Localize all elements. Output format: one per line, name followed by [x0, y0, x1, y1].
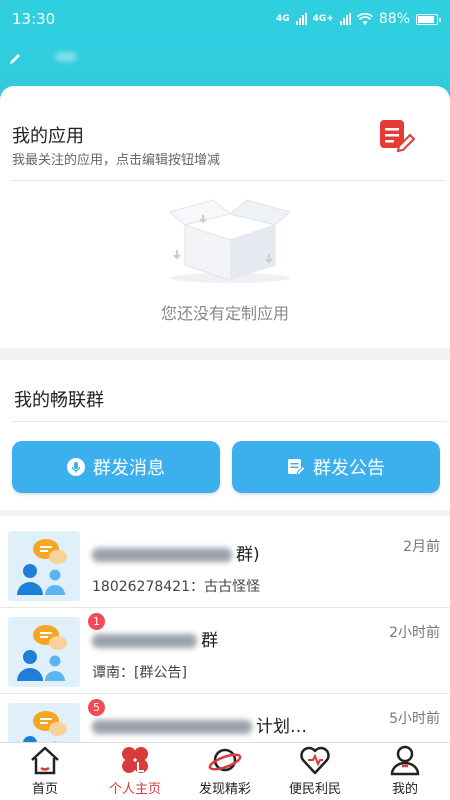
heart-icon	[300, 746, 330, 775]
group-avatar-icon	[23, 711, 67, 742]
network-4g-plus: 4G+	[312, 14, 334, 24]
group-time: 5小时前	[389, 711, 440, 727]
tab-label: 便民利民	[288, 782, 341, 797]
network-4g: 4G	[276, 14, 290, 24]
group-name: 计划…	[92, 712, 307, 737]
my-apps-subtitle: 我最关注的应用，点击编辑按钮增减	[12, 153, 221, 168]
group-name: 群)	[92, 540, 260, 565]
tab-convenience[interactable]: 便民利民	[270, 743, 360, 800]
broadcast-message-button[interactable]: 群发消息	[12, 441, 220, 493]
group-name: 群	[92, 626, 218, 651]
battery-icon	[416, 13, 441, 25]
group-avatar-icon	[17, 625, 67, 681]
list-item[interactable]: 1 群 2小时前 谭南：[群公告]	[0, 608, 450, 694]
tab-personal-home[interactable]: 个人主页	[90, 743, 180, 800]
empty-apps-text: 您还没有定制应用	[160, 304, 289, 323]
list-item[interactable]: 群) 2月前 18026278421：古古怪怪	[0, 522, 450, 608]
status-time: 13:30	[12, 10, 56, 28]
group-preview: 谭南：[群公告]	[92, 665, 187, 681]
divider	[12, 180, 446, 181]
bottom-tab-bar: 首页 个人主页 发现精彩 便民利民 我的	[0, 742, 450, 800]
broadcast-notice-button[interactable]: 群发公告	[232, 441, 440, 493]
divider	[12, 421, 446, 422]
header-title-blurred	[55, 52, 77, 62]
tab-home[interactable]: 首页	[0, 743, 90, 800]
tab-label: 个人主页	[108, 782, 161, 797]
pen-icon[interactable]	[8, 52, 22, 66]
my-apps-title: 我的应用	[12, 126, 84, 147]
group-list: 群) 2月前 18026278421：古古怪怪 1 群 2小时前 谭南：[群公告…	[0, 516, 450, 742]
group-avatar	[8, 703, 80, 742]
signal-icon-2	[339, 13, 351, 25]
group-avatar	[8, 531, 80, 601]
group-preview: 18026278421：古古怪怪	[92, 579, 260, 595]
battery-fill	[418, 15, 434, 23]
clover-icon	[122, 747, 148, 773]
notice-edit-icon	[288, 459, 305, 476]
broadcast-message-label: 群发消息	[93, 458, 165, 479]
tab-mine[interactable]: 我的	[360, 743, 450, 800]
broadcast-notice-label: 群发公告	[313, 458, 385, 479]
battery-percent: 88%	[378, 11, 410, 27]
group-time: 2小时前	[389, 625, 440, 641]
tab-label: 首页	[31, 782, 58, 797]
empty-box-icon	[168, 199, 292, 283]
planet-icon	[208, 748, 242, 772]
tab-discover[interactable]: 发现精彩	[180, 743, 270, 800]
user-icon	[390, 745, 420, 776]
my-groups-title: 我的畅联群	[14, 390, 104, 411]
group-time: 2月前	[403, 539, 440, 555]
home-icon	[31, 746, 59, 775]
edit-apps-icon[interactable]	[378, 118, 416, 156]
status-bar: 13:30 4G 4G+ 88%	[0, 0, 450, 38]
signal-icon	[295, 13, 307, 25]
list-item[interactable]: 5 计划… 5小时前	[0, 694, 450, 742]
microphone-icon	[67, 458, 85, 476]
tab-label: 发现精彩	[198, 782, 251, 797]
tab-label: 我的	[391, 782, 418, 797]
wifi-icon	[356, 12, 373, 25]
group-avatar-icon	[17, 539, 67, 595]
group-avatar	[8, 617, 80, 687]
